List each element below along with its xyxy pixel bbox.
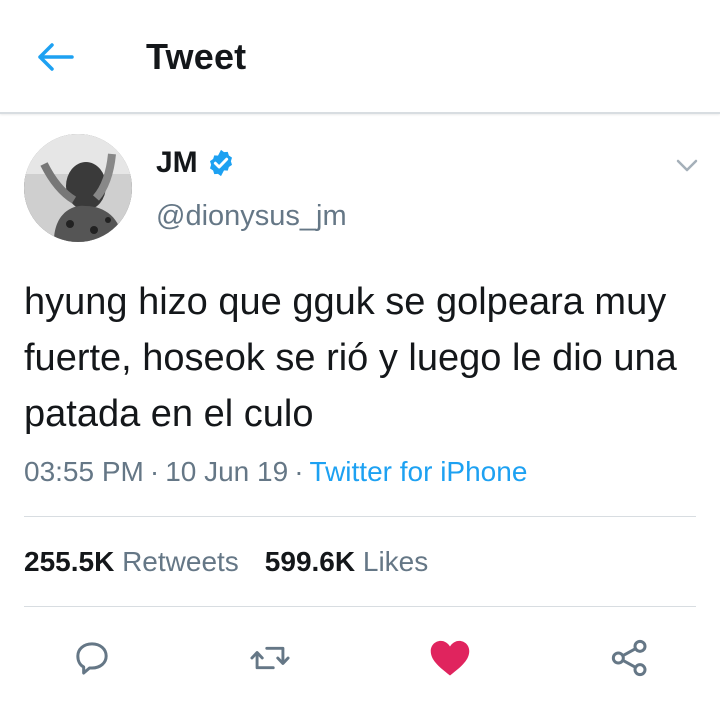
retweets-stat[interactable]: 255.5K Retweets bbox=[24, 546, 239, 577]
author-name[interactable]: JM bbox=[156, 146, 198, 180]
tweet-source-link[interactable]: Twitter for iPhone bbox=[310, 456, 528, 487]
separator: · bbox=[294, 456, 304, 487]
author-handle[interactable]: @dionysus_jm bbox=[156, 200, 347, 233]
tweet-stats: 255.5K Retweets 599.6K Likes bbox=[24, 546, 428, 578]
divider bbox=[24, 516, 696, 517]
author-row[interactable]: JM bbox=[156, 146, 236, 180]
tweet-text: hyung hizo que gguk se golpeara muy fuer… bbox=[24, 281, 677, 435]
separator: · bbox=[149, 456, 160, 487]
tweet-time: 03:55 PM bbox=[24, 456, 144, 487]
page-title: Tweet bbox=[146, 36, 247, 77]
verified-badge-icon bbox=[209, 149, 232, 177]
like-button[interactable] bbox=[426, 634, 474, 682]
heart-icon bbox=[430, 640, 470, 676]
reply-icon bbox=[76, 642, 108, 675]
retweet-button[interactable] bbox=[246, 634, 294, 682]
chevron-down-icon[interactable] bbox=[672, 150, 702, 180]
tweet-meta: 03:55 PM · 10 Jun 19 · Twitter for iPhone bbox=[24, 456, 527, 488]
share-button[interactable] bbox=[606, 634, 654, 682]
retweet-icon bbox=[250, 646, 290, 670]
likes-label: Likes bbox=[362, 546, 429, 577]
retweets-count: 255.5K bbox=[24, 546, 115, 577]
arrow-left-icon bbox=[38, 43, 74, 71]
likes-count: 599.6K bbox=[264, 546, 356, 577]
reply-button[interactable] bbox=[68, 634, 116, 682]
action-bar bbox=[0, 628, 720, 688]
share-icon bbox=[611, 639, 647, 677]
avatar[interactable] bbox=[24, 134, 132, 242]
divider bbox=[24, 606, 696, 607]
tweet-date: 10 Jun 19 bbox=[165, 456, 289, 487]
avatar-photo bbox=[24, 134, 132, 242]
back-button[interactable] bbox=[30, 32, 80, 82]
retweets-label: Retweets bbox=[122, 546, 239, 577]
top-bar: Tweet bbox=[0, 0, 720, 114]
likes-stat[interactable]: 599.6K Likes bbox=[265, 546, 428, 577]
